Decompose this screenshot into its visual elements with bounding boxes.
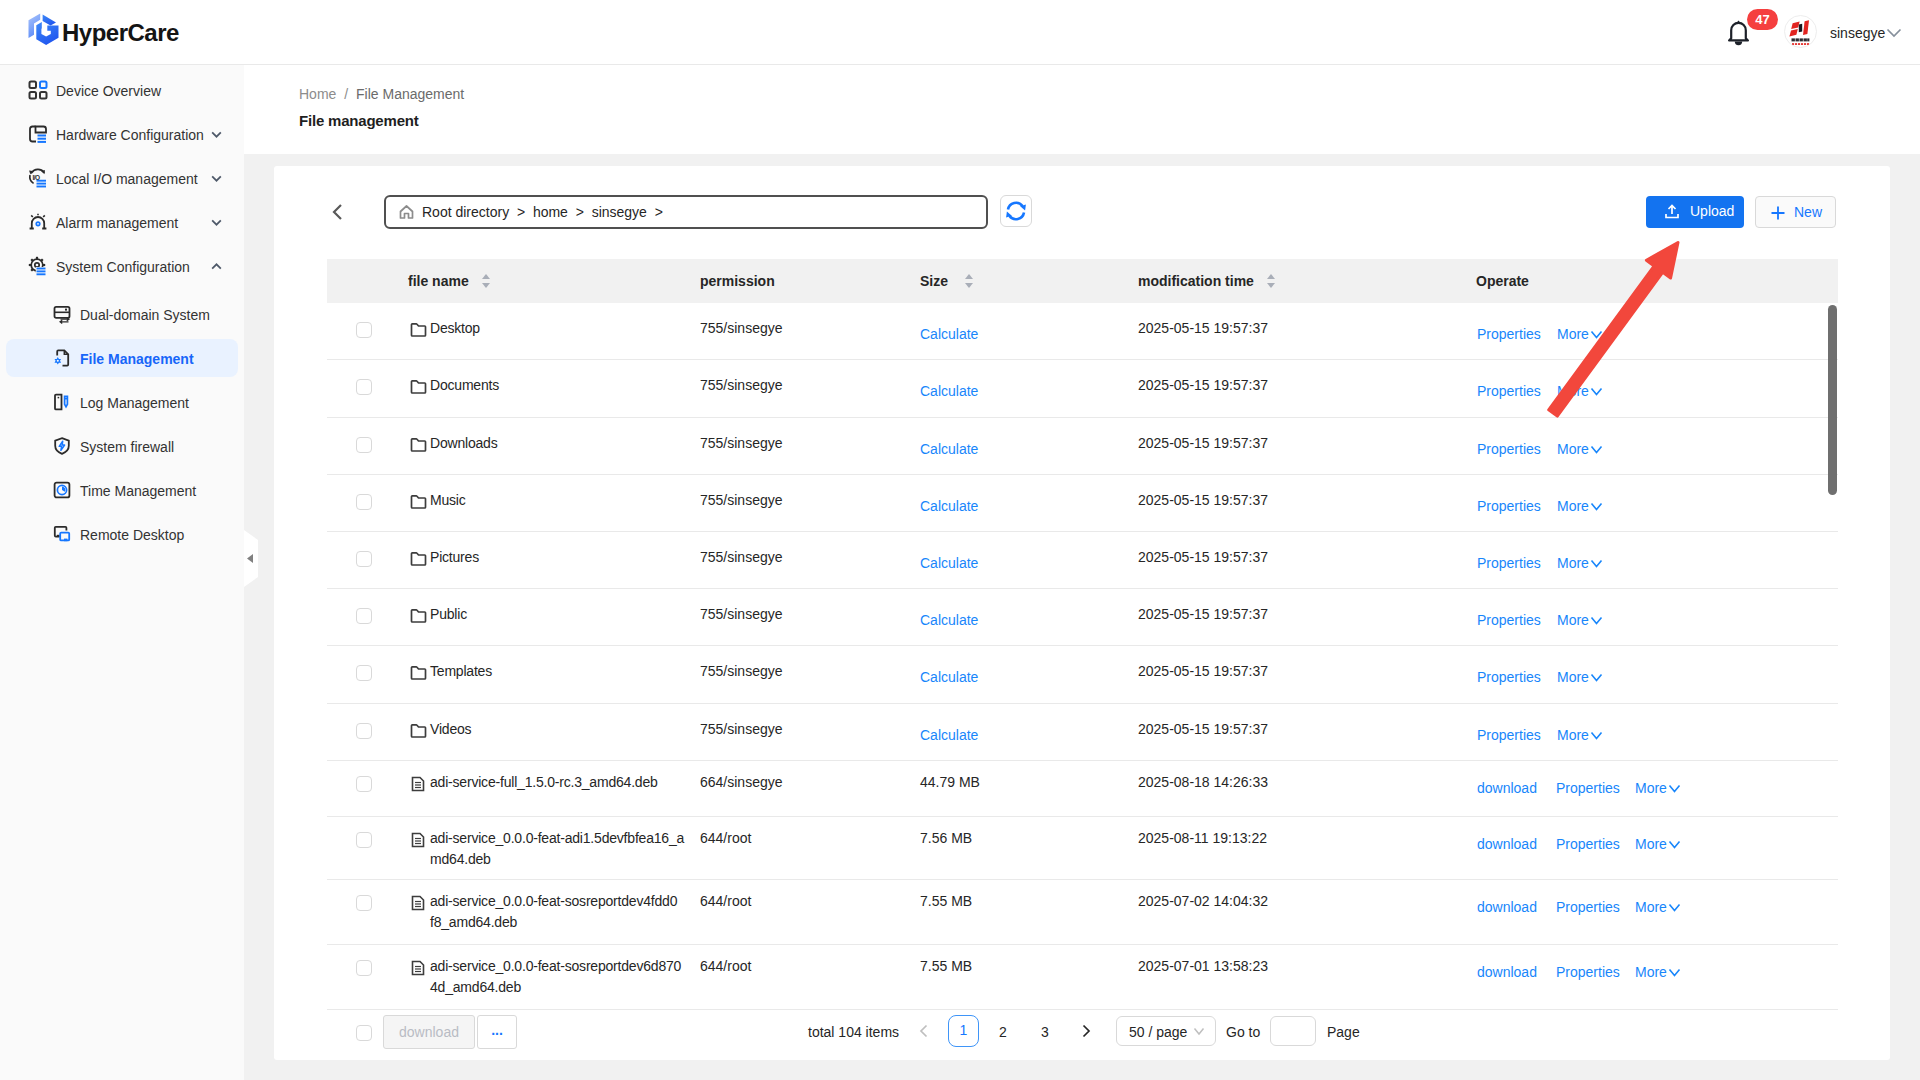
svg-text:I/O: I/O — [33, 174, 40, 181]
